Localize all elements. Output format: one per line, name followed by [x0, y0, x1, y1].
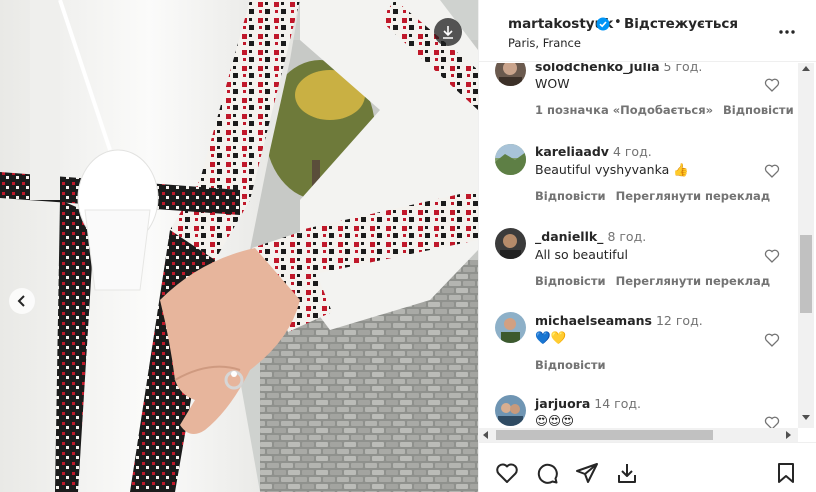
comment-username[interactable]: kareliaadv 4 год.	[535, 144, 652, 159]
download-button[interactable]	[434, 18, 462, 46]
following-button[interactable]: Відстежується	[624, 16, 738, 32]
download-icon[interactable]	[615, 461, 639, 485]
download-icon	[443, 26, 453, 39]
comment-text: 💙💛	[535, 330, 567, 345]
comment-text: WOW	[535, 76, 570, 91]
scroll-right-arrow[interactable]	[786, 431, 791, 439]
scrollbar-thumb[interactable]	[800, 235, 812, 313]
reply-button[interactable]: Відповісти	[535, 189, 606, 203]
comment-username[interactable]: _daniellk_ 8 год.	[535, 229, 646, 244]
comment-text: 😍😍😍	[535, 413, 575, 428]
comment-likes-count[interactable]: 1 позначка «Подобається»	[535, 103, 713, 117]
avatar-image	[499, 63, 522, 86]
more-options-icon[interactable]	[777, 22, 797, 42]
previous-photo-button[interactable]	[9, 288, 35, 314]
heart-icon[interactable]	[764, 332, 780, 348]
commenter-avatar[interactable]	[495, 144, 526, 175]
comment-actions: Відповісти	[535, 358, 616, 372]
comment-username[interactable]: solodchenko_julia 5 год.	[535, 63, 702, 74]
comment-icon[interactable]	[535, 461, 559, 485]
see-translation-button[interactable]: Переглянути переклад	[616, 189, 771, 203]
comment-item: jarjuora 14 год. 😍😍😍	[478, 395, 804, 428]
scroll-up-arrow[interactable]	[802, 66, 810, 71]
scrollbar-thumb[interactable]	[496, 430, 713, 440]
comments-vertical-scrollbar[interactable]	[798, 63, 814, 428]
comment-time: 4 год.	[612, 144, 652, 159]
header-separator: •	[614, 15, 622, 30]
heart-icon[interactable]	[495, 461, 519, 485]
scroll-down-arrow[interactable]	[802, 415, 810, 420]
post-header: martakostyuk • Відстежується Paris, Fran…	[479, 0, 816, 62]
avatar-image	[501, 318, 520, 343]
avatar-image	[495, 144, 526, 175]
comments-list[interactable]: solodchenko_julia 5 год. WOW 1 позначка «…	[478, 63, 804, 428]
photo-image	[0, 0, 478, 492]
commenter-avatar[interactable]	[495, 63, 526, 86]
comment-item: michaelseamans 12 год. 💙💛 Відповісти	[478, 312, 804, 378]
comment-actions: 1 позначка «Подобається» Відповісти	[535, 103, 804, 117]
post-action-bar	[478, 442, 816, 492]
heart-icon[interactable]	[764, 163, 780, 179]
verified-badge-icon	[596, 17, 610, 31]
reply-button[interactable]: Відповісти	[723, 103, 794, 117]
comment-time: 14 год.	[594, 396, 641, 411]
bookmark-icon[interactable]	[774, 461, 798, 485]
see-translation-button[interactable]: Переглянути переклад	[616, 274, 771, 288]
comment-time: 12 год.	[655, 313, 703, 328]
post-photo[interactable]	[0, 0, 478, 492]
avatar-image	[500, 234, 521, 259]
commenter-avatar[interactable]	[495, 312, 526, 343]
comment-actions: Відповісти Переглянути переклад	[535, 189, 780, 203]
scroll-left-arrow[interactable]	[483, 431, 488, 439]
reply-button[interactable]: Відповісти	[535, 358, 606, 372]
comment-item: _daniellk_ 8 год. All so beautiful Відпов…	[478, 228, 804, 294]
comment-time: 5 год.	[663, 63, 703, 74]
reply-button[interactable]: Відповісти	[535, 274, 606, 288]
comment-time: 8 год.	[607, 229, 647, 244]
heart-icon[interactable]	[764, 248, 780, 264]
comment-text: Beautiful vyshyvanka 👍	[535, 162, 689, 177]
comment-username[interactable]: jarjuora 14 год.	[535, 396, 641, 411]
share-icon[interactable]	[575, 461, 599, 485]
comment-text: All so beautiful	[535, 247, 628, 262]
post-location[interactable]: Paris, France	[508, 36, 581, 50]
chevron-left-icon	[17, 295, 25, 307]
comment-item: kareliaadv 4 год. Beautiful vyshyvanka 👍 …	[478, 143, 804, 209]
commenter-avatar[interactable]	[495, 228, 526, 259]
comment-username[interactable]: michaelseamans 12 год.	[535, 313, 703, 328]
comment-item: solodchenko_julia 5 год. WOW 1 позначка «…	[478, 63, 804, 125]
heart-icon[interactable]	[764, 77, 780, 93]
comments-horizontal-scrollbar[interactable]	[479, 428, 798, 442]
comment-actions: Відповісти Переглянути переклад	[535, 274, 780, 288]
commenter-avatar[interactable]	[495, 395, 526, 426]
heart-icon[interactable]	[764, 415, 780, 428]
avatar-image	[498, 403, 523, 426]
